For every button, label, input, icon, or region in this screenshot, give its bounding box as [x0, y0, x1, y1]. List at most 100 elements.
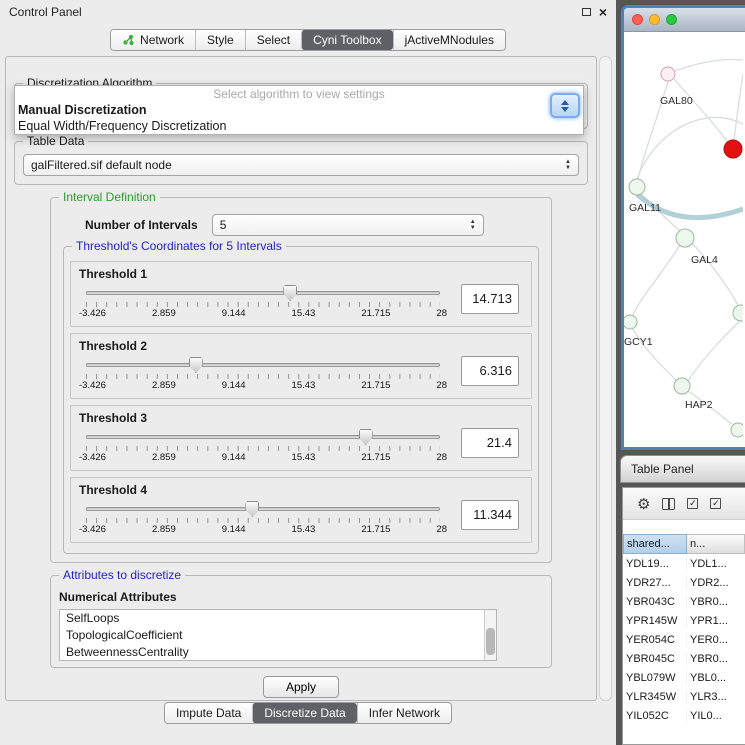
table-row[interactable]: YBR043CYBR0... — [623, 592, 745, 611]
network-node[interactable] — [661, 67, 675, 81]
threshold-2-value-field[interactable]: 6.316 — [461, 356, 519, 386]
column-header-shared-name[interactable]: shared... — [623, 534, 687, 554]
close-traffic-light[interactable] — [632, 14, 643, 25]
scale-label: 28 — [436, 452, 447, 463]
slider-block: -3.4262.8599.14415.4321.71528 — [79, 285, 447, 319]
tab-style[interactable]: Style — [195, 30, 245, 50]
minimize-traffic-light[interactable] — [649, 14, 660, 25]
app-root: Control Panel × Network Style S — [0, 0, 745, 745]
cell: YDR27... — [623, 577, 687, 589]
list-scrollbar[interactable] — [484, 610, 496, 660]
scrollbar-thumb[interactable] — [486, 628, 495, 656]
bottom-tab-bar: Impute Data Discretize Data Infer Networ… — [164, 702, 452, 724]
select-all-checkbox-icon[interactable]: ✓ — [687, 498, 698, 509]
select-columns-checkbox-icon[interactable]: ✓ — [710, 498, 721, 509]
network-node[interactable] — [731, 423, 743, 437]
network-node[interactable] — [629, 179, 645, 195]
threshold-4-slider[interactable] — [79, 501, 447, 517]
cell: YPR145W — [623, 615, 687, 627]
table-panel-titlebar[interactable]: Table Panel — [620, 455, 745, 483]
threshold-1-slider[interactable] — [79, 285, 447, 301]
slider-scale: -3.4262.8599.14415.4321.71528 — [79, 524, 447, 535]
threshold-label: Threshold 1 — [79, 267, 523, 281]
tab-impute-data[interactable]: Impute Data — [165, 703, 252, 723]
network-canvas[interactable]: GAL80 GAL11 GAL4 GCY1 HAP2 — [624, 32, 743, 449]
svg-text:GAL80: GAL80 — [660, 95, 693, 107]
table-row[interactable]: YPR145WYPR1... — [623, 611, 745, 630]
threshold-1-value-field[interactable]: 14.713 — [461, 284, 519, 314]
scale-label: -3.426 — [79, 308, 106, 319]
scale-label: 21.715 — [361, 380, 390, 391]
network-window[interactable]: GAL80 GAL11 GAL4 GCY1 HAP2 — [621, 5, 745, 450]
tab-cyni-toolbox[interactable]: Cyni Toolbox — [301, 30, 392, 50]
up-arrow-icon: ▲ — [565, 160, 571, 165]
table-row[interactable]: YBR045CYBR0... — [623, 649, 745, 668]
table-row[interactable]: YDR27...YDR2... — [623, 573, 745, 592]
scale-label: 9.144 — [222, 524, 246, 535]
network-icon — [122, 34, 135, 46]
close-icon[interactable]: × — [599, 5, 607, 19]
slider-thumb[interactable] — [245, 501, 259, 517]
threshold-4-value-field[interactable]: 11.344 — [461, 500, 519, 530]
network-window-titlebar[interactable] — [624, 8, 745, 32]
table-data-select[interactable]: galFiltered.sif default node ▲▼ — [23, 154, 579, 176]
slider-thumb[interactable] — [283, 285, 297, 301]
zoom-traffic-light[interactable] — [666, 14, 677, 25]
apply-button[interactable]: Apply — [263, 676, 339, 698]
tab-select[interactable]: Select — [245, 30, 301, 50]
selected-red-node[interactable] — [724, 140, 742, 158]
network-node[interactable] — [674, 378, 690, 394]
control-panel-titlebar[interactable]: Control Panel × — [0, 0, 616, 24]
network-node[interactable] — [676, 229, 694, 247]
scale-label: -3.426 — [79, 452, 106, 463]
tab-jactivemnodules[interactable]: jActiveMNodules — [393, 30, 505, 50]
panel-scrollbar[interactable] — [599, 56, 612, 701]
group-title: Interval Definition — [59, 190, 160, 204]
threshold-panel-3: Threshold 3 -3.4262.8599.14415.4321.7152… — [70, 405, 532, 471]
window-title: Control Panel — [9, 5, 82, 19]
threshold-3-value-field[interactable]: 21.4 — [461, 428, 519, 458]
tab-label: Impute Data — [176, 706, 241, 720]
slider-thumb[interactable] — [189, 357, 203, 373]
slider-thumb[interactable] — [359, 429, 373, 445]
table-row[interactable]: YLR345WYLR3... — [623, 687, 745, 706]
float-window-icon[interactable] — [582, 8, 591, 16]
threshold-label: Threshold 4 — [79, 483, 523, 497]
dropdown-item-manual-discretization[interactable]: Manual Discretization — [15, 102, 583, 118]
scale-label: -3.426 — [79, 524, 106, 535]
numerical-attributes-list[interactable]: SelfLoops TopologicalCoefficient Between… — [59, 609, 497, 661]
threshold-2-slider[interactable] — [79, 357, 447, 373]
table-row[interactable]: YBL079WYBL0... — [623, 668, 745, 687]
square-glyph — [582, 8, 591, 16]
number-of-intervals-select[interactable]: 5 ▲▼ — [212, 214, 484, 236]
stepper-arrows-icon: ▲▼ — [557, 160, 571, 171]
column-header-name[interactable]: n... — [687, 534, 745, 554]
columns-icon[interactable] — [662, 498, 675, 510]
svg-text:HAP2: HAP2 — [685, 399, 713, 411]
slider-block: -3.4262.8599.14415.4321.71528 — [79, 501, 447, 535]
scale-label: 15.43 — [292, 308, 316, 319]
tab-label: Select — [257, 33, 290, 47]
attributes-group: Attributes to discretize Numerical Attri… — [50, 575, 552, 668]
table-toolbar: ⚙ ✓ ✓ — [623, 488, 745, 520]
list-item[interactable]: BetweennessCentrality — [60, 644, 496, 661]
tab-discretize-data[interactable]: Discretize Data — [252, 703, 356, 723]
table-row[interactable]: YIL052CYIL0... — [623, 706, 745, 725]
dropdown-placeholder-item[interactable]: Select algorithm to view settings — [15, 86, 583, 102]
list-item[interactable]: SelfLoops — [60, 610, 496, 627]
threshold-3-slider[interactable] — [79, 429, 447, 445]
gear-icon[interactable]: ⚙ — [637, 495, 650, 513]
scale-label: 15.43 — [292, 452, 316, 463]
dropdown-item-equal-width-frequency[interactable]: Equal Width/Frequency Discretization — [15, 118, 583, 134]
list-item[interactable]: TopologicalCoefficient — [60, 627, 496, 644]
cell: YDR2... — [687, 577, 745, 589]
cell: YIL052C — [623, 710, 687, 722]
network-node[interactable] — [733, 305, 743, 321]
table-row[interactable]: YDL19...YDL1... — [623, 554, 745, 573]
network-nodes[interactable] — [624, 67, 743, 437]
tab-infer-network[interactable]: Infer Network — [357, 703, 451, 723]
network-node[interactable] — [624, 315, 637, 329]
algorithm-select-stepper[interactable] — [550, 93, 580, 118]
tab-network[interactable]: Network — [111, 30, 195, 50]
table-row[interactable]: YER054CYER0... — [623, 630, 745, 649]
